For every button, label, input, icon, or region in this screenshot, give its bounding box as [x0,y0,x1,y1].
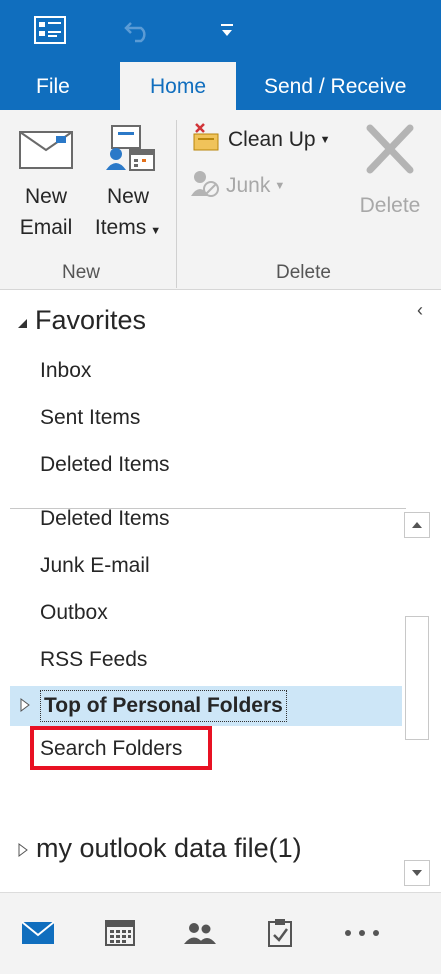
new-email-button[interactable]: New Email [10,124,82,243]
favorite-sent-items[interactable]: Sent Items [40,398,140,438]
delete-label: Delete [359,194,421,217]
title-bar [0,0,441,62]
scroll-down-icon[interactable] [404,860,430,886]
delete-button[interactable]: Delete [352,124,428,218]
junk-icon [190,168,220,204]
favorites-header[interactable]: Favorites [18,300,146,340]
group-label-new: New [62,262,101,283]
envelope-icon [10,124,82,181]
tab-file[interactable]: File [36,62,70,110]
search-folders[interactable]: Search Folders [30,726,212,770]
expanded-triangle-icon [18,318,27,328]
favorites-label: Favorites [35,304,147,335]
ribbon-tabs: File Home Send / Receive [0,62,441,110]
new-items-icon [88,124,168,181]
data-file-label: my outlook data file(1) [36,832,302,863]
folder-deleted-items[interactable]: Deleted Items [40,499,170,539]
new-items-label: Items [94,216,147,239]
collapsed-triangle-icon[interactable] [18,833,28,864]
tab-home[interactable]: Home [120,62,236,110]
new-items-label-line2: Items ▼ [88,212,168,247]
clean-up-label: Clean Up [228,128,316,151]
scrollbar-thumb[interactable] [405,616,429,740]
top-of-personal-folders[interactable]: Top of Personal Folders [10,686,402,726]
bottom-navigation [0,892,441,974]
folder-outbox[interactable]: Outbox [40,593,108,633]
tab-send-receive[interactable]: Send / Receive [264,62,406,110]
new-email-label-line1: New [24,185,67,208]
junk-button[interactable]: Junk ▼ [190,168,285,204]
ribbon: New Email New Items ▼ New Clean Up ▼ Jun… [0,110,441,290]
group-label-delete: Delete [276,262,331,283]
undo-icon[interactable] [118,10,158,50]
search-folders-label: Search Folders [40,737,183,760]
delete-x-icon [360,124,420,179]
favorite-inbox[interactable]: Inbox [40,351,91,391]
people-icon[interactable] [178,915,222,951]
store-icon[interactable] [30,10,70,50]
scroll-up-icon[interactable] [404,512,430,538]
folder-rss-feeds[interactable]: RSS Feeds [40,640,147,680]
dropdown-arrow-icon: ▼ [150,225,162,237]
new-items-button[interactable]: New Items ▼ [88,124,168,247]
customize-qat-icon[interactable] [212,10,242,50]
new-email-label-line2: Email [19,216,73,239]
mail-icon[interactable] [16,915,60,951]
more-icon[interactable] [340,915,384,951]
data-file-root[interactable]: my outlook data file(1) [18,828,302,868]
top-of-personal-folders-label: Top of Personal Folders [40,690,287,722]
new-items-label-line1: New [106,185,149,208]
junk-label: Junk [226,174,271,197]
clean-up-icon [190,122,222,158]
dropdown-arrow-icon: ▼ [319,134,331,146]
group-separator [176,120,177,288]
collapse-pane-icon[interactable]: ‹ [410,300,430,320]
clean-up-button[interactable]: Clean Up ▼ [190,122,330,158]
dropdown-arrow-icon: ▼ [274,180,286,192]
folder-scrollbar[interactable] [402,512,432,886]
calendar-icon[interactable] [98,915,142,951]
folder-junk-email[interactable]: Junk E-mail [40,546,150,586]
collapsed-triangle-icon[interactable] [20,698,30,717]
favorite-deleted-items[interactable]: Deleted Items [40,445,170,485]
tasks-icon[interactable] [258,915,302,951]
